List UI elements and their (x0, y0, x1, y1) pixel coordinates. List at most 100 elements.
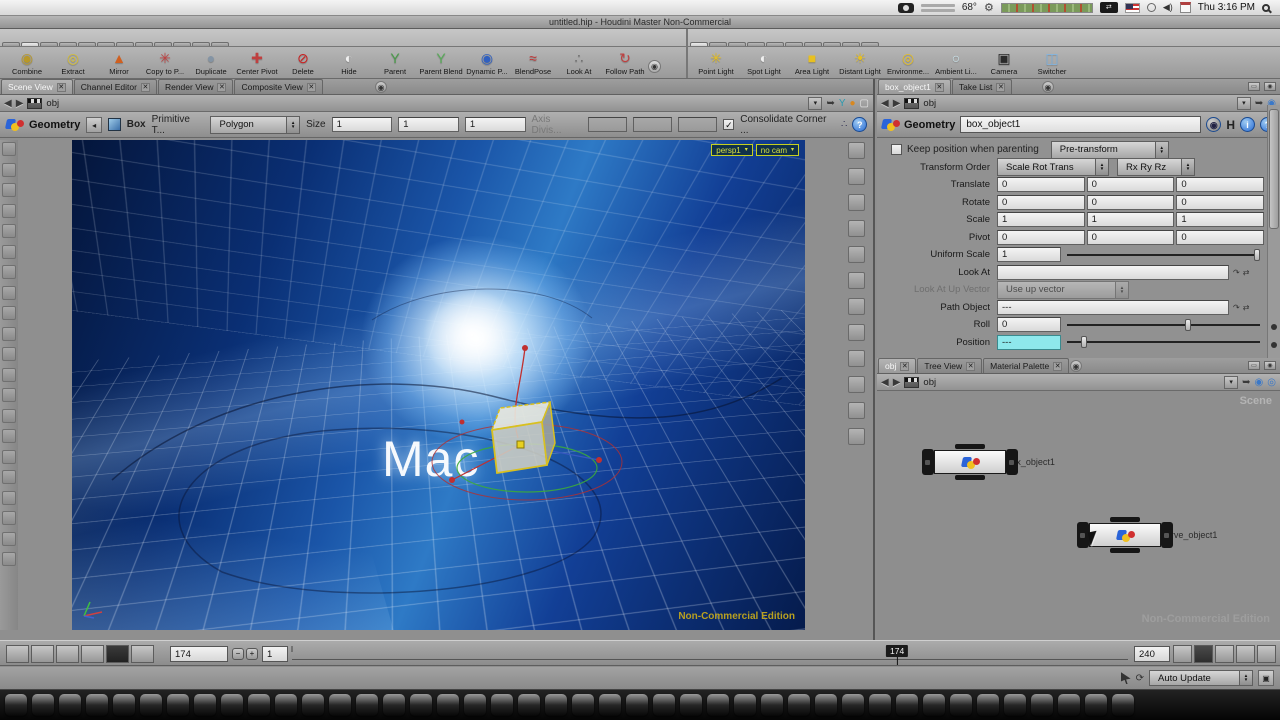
viewport-tool-icon[interactable] (2, 450, 16, 464)
shelf-tab[interactable] (135, 42, 153, 46)
pane-tab[interactable]: Composite View✕ (234, 79, 322, 94)
translate-z-field[interactable]: 0 (1176, 177, 1264, 192)
shelf-tab[interactable] (97, 42, 115, 46)
view-control-icon[interactable] (848, 194, 865, 211)
roll-field[interactable]: 0 (997, 317, 1061, 332)
shelf-tool[interactable]: YParent Blend (418, 50, 464, 76)
dock-app-icon[interactable] (1031, 694, 1053, 716)
menubar-clock[interactable]: Thu 3:16 PM (1198, 2, 1255, 13)
dock-app-icon[interactable] (842, 694, 864, 716)
shelf-tab[interactable] (709, 42, 727, 46)
position-slider[interactable] (1067, 341, 1260, 343)
dock-app-icon[interactable] (464, 694, 486, 716)
frame-increment-button[interactable]: + (246, 648, 258, 660)
pretransform-dropdown[interactable]: Pre-transform▲▼ (1051, 141, 1169, 159)
pane-tab[interactable]: Scene View✕ (1, 79, 73, 94)
houdini-expression-button[interactable]: H (1226, 118, 1235, 132)
close-tab-icon[interactable]: ✕ (141, 83, 150, 92)
node-right-flag[interactable] (1006, 449, 1018, 475)
shelf-tab[interactable] (690, 42, 708, 46)
shelf-tab[interactable] (823, 42, 841, 46)
uniform-scale-field[interactable]: 1 (997, 247, 1061, 262)
scale-y-field[interactable]: 1 (1087, 212, 1175, 227)
page-icon[interactable]: ▢ (860, 97, 869, 110)
path-text[interactable]: obj (46, 98, 804, 109)
back-arrow-icon[interactable]: ◀ (881, 377, 889, 388)
dock-app-icon[interactable] (221, 694, 243, 716)
camera-status-icon[interactable] (898, 3, 914, 13)
close-tab-icon[interactable]: ✕ (996, 83, 1005, 92)
shelf-tab[interactable] (861, 42, 879, 46)
primitive-type-dropdown[interactable]: Polygon▲▼ (210, 116, 300, 134)
volume-icon[interactable]: ◀) (1163, 2, 1173, 13)
dock-app-icon[interactable] (140, 694, 162, 716)
shelf-tab[interactable] (78, 42, 96, 46)
shelf-tool[interactable]: ▲Mirror (96, 50, 142, 76)
dock-app-icon[interactable] (1058, 694, 1080, 716)
viewport-tool-icon[interactable] (2, 245, 16, 259)
shelf-tool[interactable]: ◐Spot Light (740, 50, 788, 76)
dock-app-icon[interactable] (437, 694, 459, 716)
pane-tab[interactable]: Material Palette✕ (983, 358, 1069, 373)
pane-maximize-icon[interactable]: ▭ (1248, 361, 1260, 370)
viewport-tool-icon[interactable] (2, 224, 16, 238)
playbar-option-button[interactable] (1236, 645, 1255, 663)
dock-app-icon[interactable] (86, 694, 108, 716)
close-tab-icon[interactable]: ✕ (1053, 362, 1062, 371)
start-frame-field[interactable]: 1 (262, 646, 288, 662)
dock-app-icon[interactable] (329, 694, 351, 716)
shelf-tool[interactable]: ◐Hide (326, 50, 372, 76)
transport-button[interactable] (56, 645, 79, 663)
viewport-tool-icon[interactable] (2, 511, 16, 525)
viewport-tool-icon[interactable] (2, 409, 16, 423)
viewport-tool-icon[interactable] (2, 142, 16, 156)
shelf-tab[interactable] (804, 42, 822, 46)
dock-app-icon[interactable] (194, 694, 216, 716)
shelf-tab[interactable] (728, 42, 746, 46)
viewport-tool-icon[interactable] (2, 491, 16, 505)
playbar-option-button[interactable] (1194, 645, 1213, 663)
close-tab-icon[interactable]: ✕ (217, 83, 226, 92)
roll-slider[interactable] (1067, 324, 1260, 326)
dock-app-icon[interactable] (707, 694, 729, 716)
shelf-tab[interactable] (785, 42, 803, 46)
op-path-icon[interactable]: ↷ (1233, 303, 1240, 312)
view-control-icon[interactable] (848, 324, 865, 341)
context-label[interactable]: Geometry (29, 119, 80, 131)
look-at-field[interactable] (997, 265, 1229, 280)
node-path-icon[interactable] (904, 377, 919, 388)
node-left-flag[interactable] (922, 449, 934, 475)
shelf-tab-more-button[interactable]: ◉ (648, 60, 661, 73)
pane-tab[interactable]: box_object1✕ (878, 79, 951, 94)
link-icon[interactable]: ◉ (1255, 376, 1264, 389)
shelf-tool[interactable]: ◫Switcher (1028, 50, 1076, 76)
spotlight-search-icon[interactable] (1262, 4, 1270, 12)
glass-icon[interactable]: Y (839, 97, 846, 110)
transport-button[interactable] (131, 645, 154, 663)
dock-app-icon[interactable] (356, 694, 378, 716)
pane-tab[interactable]: Tree View✕ (917, 358, 982, 373)
close-tab-icon[interactable]: ✕ (307, 83, 316, 92)
meter-widget[interactable] (1001, 3, 1093, 13)
viewport-nocam-label[interactable]: no cam▾ (756, 144, 799, 156)
viewport-tool-icon[interactable] (2, 388, 16, 402)
pivot-x-field[interactable]: 0 (997, 230, 1085, 245)
scale-z-field[interactable]: 1 (1176, 212, 1264, 227)
playbar-option-button[interactable] (1257, 645, 1276, 663)
dock-app-icon[interactable] (248, 694, 270, 716)
sphere-icon[interactable]: ● (850, 97, 856, 110)
shelf-tab[interactable] (842, 42, 860, 46)
uniform-scale-slider[interactable] (1067, 254, 1260, 256)
viewport-tool-icon[interactable] (2, 306, 16, 320)
scale-x-field[interactable]: 1 (997, 212, 1085, 227)
path-dropdown-button[interactable]: ▾ (808, 97, 822, 110)
shelf-tab[interactable] (116, 42, 134, 46)
playbar-option-button[interactable] (1173, 645, 1192, 663)
pane-tab[interactable]: obj✕ (878, 358, 916, 373)
param-scrollbar[interactable] (1267, 105, 1280, 358)
close-tab-icon[interactable]: ✕ (935, 83, 944, 92)
back-arrow-icon[interactable]: ◀ (881, 98, 889, 109)
dock-app-icon[interactable] (491, 694, 513, 716)
shelf-tab[interactable] (747, 42, 765, 46)
pane-tab-add-button[interactable]: ◉ (1042, 81, 1054, 93)
